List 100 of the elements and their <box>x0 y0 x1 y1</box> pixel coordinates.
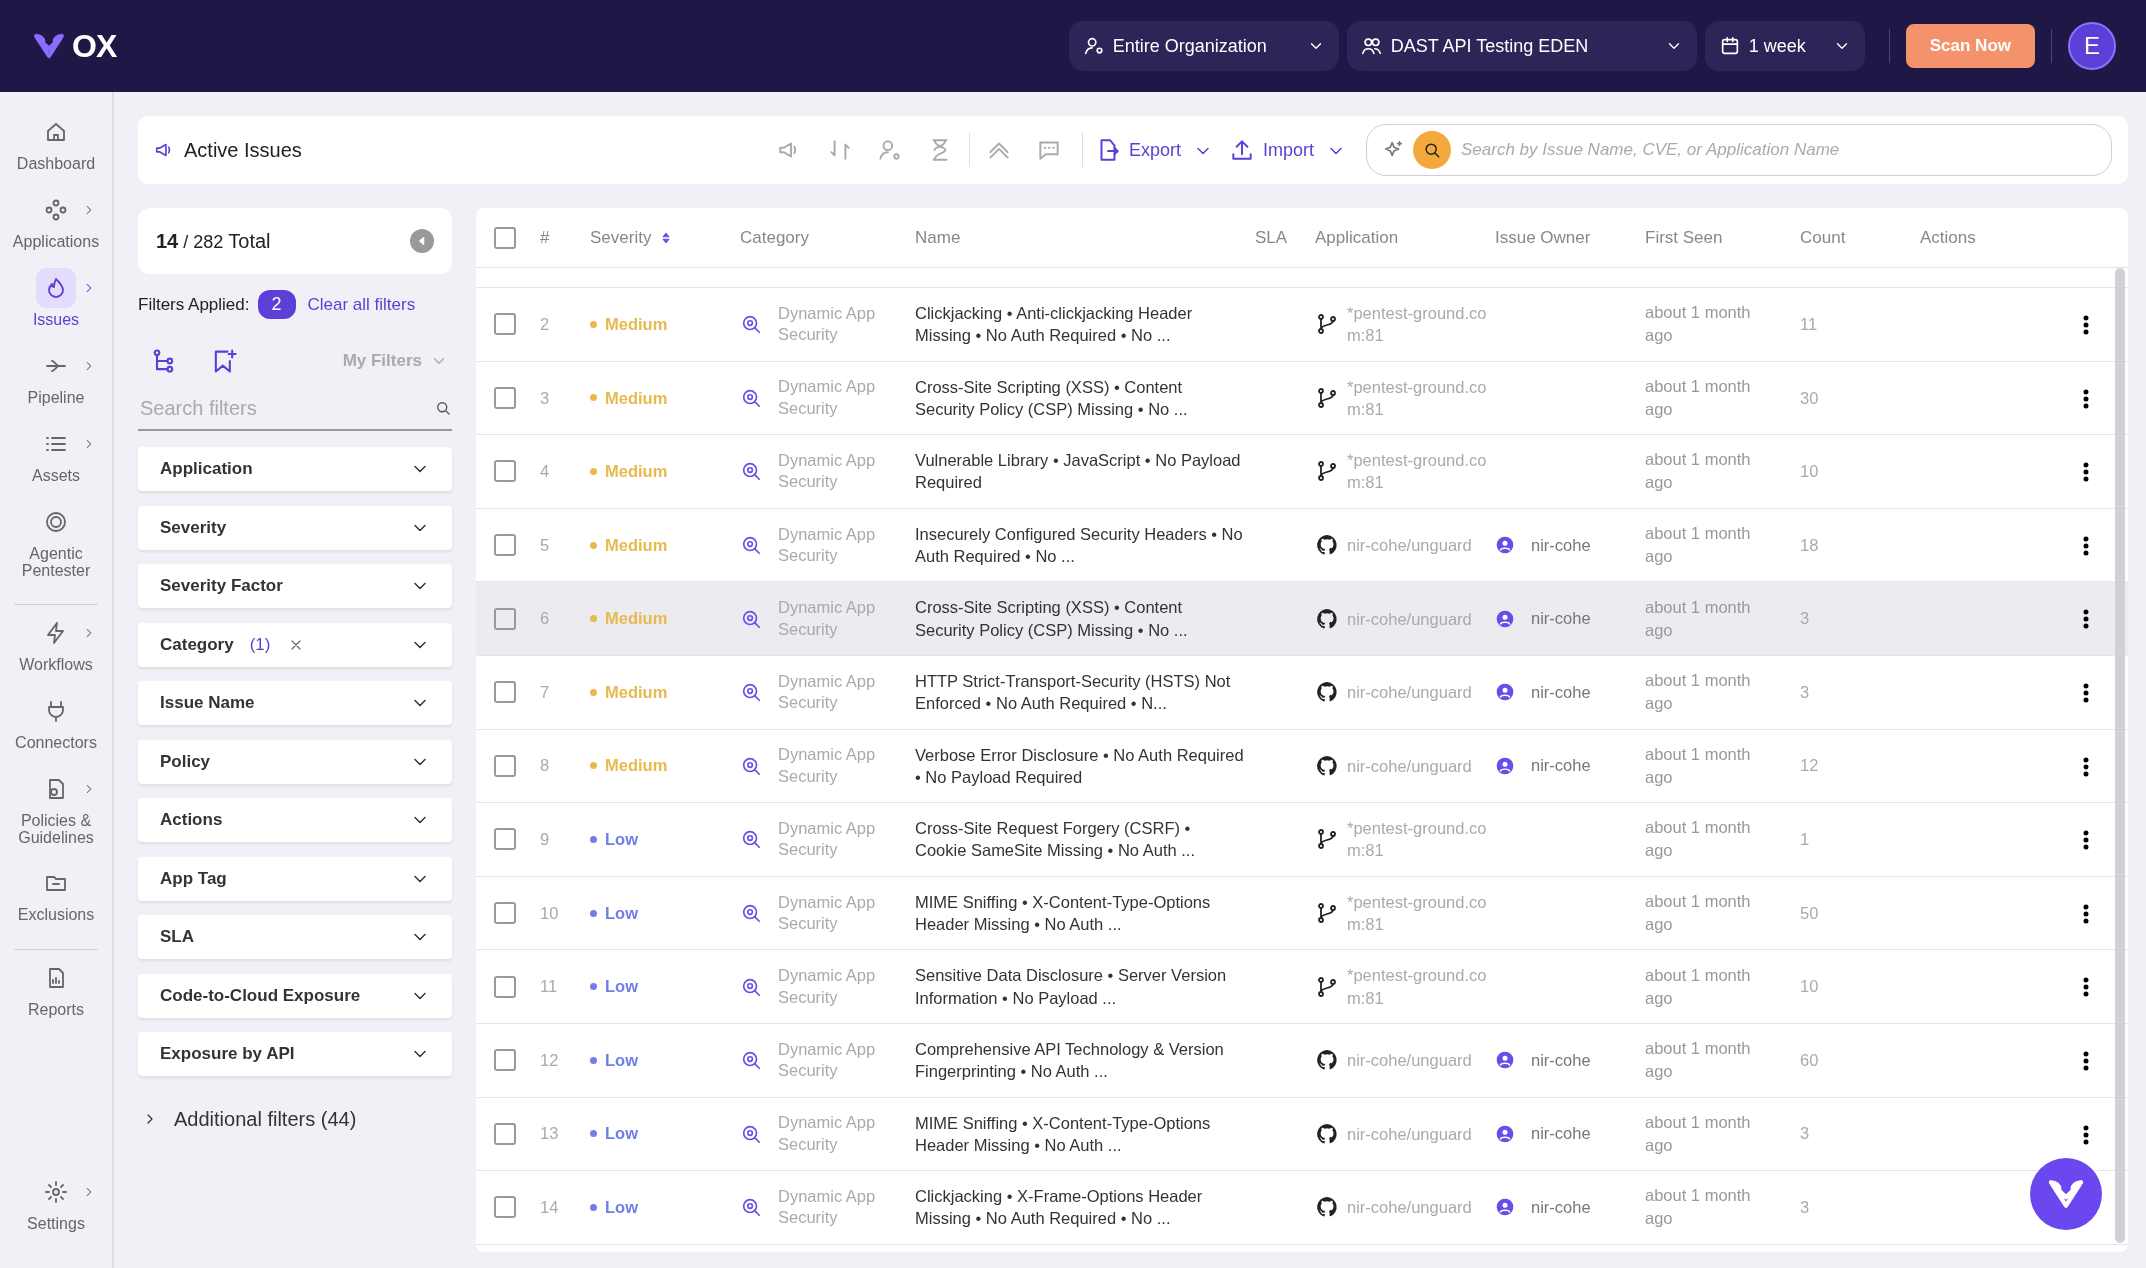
severity-label: Medium <box>605 755 668 777</box>
owner-name: nir-cohe <box>1531 1197 1591 1219</box>
sidebar-item[interactable]: Pipeline <box>0 346 112 424</box>
first-seen: about 1 month ago <box>1645 596 1752 641</box>
import-button[interactable]: Import <box>1225 132 1318 168</box>
row-number: 9 <box>540 830 550 849</box>
severity-label: Low <box>605 1049 638 1071</box>
issue-name[interactable]: Clickjacking • Anti-clickjacking Header Missing • No Auth Required • No ... <box>915 302 1255 347</box>
first-seen: about 1 month ago <box>1645 1111 1752 1156</box>
column-header: SLA <box>1255 226 1288 249</box>
row-number: 14 <box>540 1198 559 1217</box>
filter-dropdown[interactable]: SLA <box>138 915 452 959</box>
issue-name[interactable]: Sensitive Data Disclosure • Server Version Information • No Payload ... <box>915 964 1255 1009</box>
filter-dropdown[interactable]: Application <box>138 447 452 491</box>
issue-name[interactable]: Vulnerable Library • JavaScript • No Payload Required <box>915 449 1255 494</box>
count: 3 <box>1800 1124 1810 1143</box>
count: 50 <box>1800 903 1819 922</box>
row-number: 13 <box>540 1124 559 1143</box>
sidebar-item[interactable]: Dashboard <box>0 112 112 190</box>
row-number: 8 <box>540 756 550 775</box>
count: 3 <box>1800 1198 1810 1217</box>
issue-name[interactable]: Cross-Site Scripting (XSS) • Content Security Policy (CSP) Missing • No ... <box>915 375 1255 421</box>
first-seen: about 1 month ago <box>1645 670 1752 715</box>
issue-name[interactable]: Insecurely Configured Security Headers • No Auth Required • No ... <box>915 522 1255 568</box>
search-bar[interactable]: Search by Issue Name, CVE, or Application Name <box>1366 124 2112 176</box>
issue-name[interactable]: Comprehensive API Technology & Version Fingerprinting • No Auth ... <box>915 1037 1255 1083</box>
clear-filters-link[interactable]: Clear all filters <box>307 291 416 318</box>
sidebar-item[interactable]: Reports <box>0 958 112 1036</box>
additional-filters-toggle[interactable]: Additional filters (44) <box>138 1100 361 1138</box>
table-row[interactable]: 6 Medium Dynamic App Security Cross-Site Scripting (XSS) • Content Security Policy (CSP) Missing • No ... nir-cohe/unguard nir-cohe about 1 month ago 3 <box>476 582 2128 656</box>
owner-name: nir-cohe <box>1531 681 1591 703</box>
filter-dropdown[interactable]: Severity Factor <box>138 564 452 608</box>
filter-dropdown[interactable]: Policy <box>138 739 452 784</box>
logo-text[interactable]: OX <box>72 22 117 70</box>
issue-name[interactable]: Cross-Site Scripting (XSS) • Content Security Policy (CSP) Missing • No ... <box>915 596 1255 641</box>
total-count: 14 / 282 Total <box>156 229 272 254</box>
count: 60 <box>1800 1050 1819 1069</box>
count: 10 <box>1800 977 1819 996</box>
sidebar-item[interactable]: Applications <box>0 190 112 268</box>
sidebar-item[interactable]: Exclusions <box>0 863 112 941</box>
category-text: Dynamic App Security <box>778 965 877 1008</box>
filter-dropdown[interactable]: Category (1) <box>138 622 452 667</box>
severity-label: Low <box>605 1197 638 1219</box>
count: 10 <box>1800 462 1819 481</box>
filter-dropdown[interactable]: Severity <box>138 505 452 550</box>
issue-name[interactable]: Cross-Site Request Forgery (CSRF) • Cookie SameSite Missing • No Auth ... <box>915 817 1255 862</box>
row-number: 10 <box>540 903 559 922</box>
severity-label: Medium <box>605 681 668 703</box>
avatar[interactable]: E <box>2068 22 2116 70</box>
owner-name: nir-cohe <box>1531 1049 1591 1071</box>
issue-name[interactable]: HTTP Strict-Transport-Security (HSTS) Not Enforced • No Auth Required • N... <box>915 670 1255 715</box>
first-seen: about 1 month ago <box>1645 1185 1752 1230</box>
scope-dropdown[interactable]: Entire Organization <box>1068 21 1339 71</box>
owner-name: nir-cohe <box>1531 534 1591 556</box>
first-seen: about 1 month ago <box>1645 1038 1752 1083</box>
issue-name[interactable]: Verbose Error Disclosure • No Auth Required • No Payload Required <box>915 743 1255 789</box>
filter-dropdown[interactable]: App Tag <box>138 856 452 901</box>
sidebar-item[interactable]: Workflows <box>0 613 112 691</box>
column-header: Name <box>915 226 961 249</box>
issue-name[interactable]: MIME Sniffing • X-Content-Type-Options Header Missing • No Auth ... <box>915 1111 1255 1157</box>
category-text: Dynamic App Security <box>778 376 877 419</box>
category-text: Dynamic App Security <box>778 818 877 861</box>
filter-dropdown[interactable]: Exposure by API <box>138 1032 452 1076</box>
category-text: Dynamic App Security <box>778 670 877 714</box>
sidebar-item[interactable]: Policies & Guidelines <box>0 769 112 863</box>
issue-name[interactable]: MIME Sniffing • X-Content-Type-Options Header Missing • No Auth ... <box>915 890 1255 936</box>
row-number: 6 <box>540 609 550 628</box>
sidebar-item[interactable]: Settings <box>0 1172 112 1268</box>
search-field[interactable]: Search by Issue Name, CVE, or Application Name <box>1459 136 2095 164</box>
row-number: 11 <box>540 977 558 996</box>
owner-name: nir-cohe <box>1531 608 1591 630</box>
first-seen: about 1 month ago <box>1645 302 1752 347</box>
category-text: Dynamic App Security <box>778 302 877 346</box>
issue-name[interactable]: Clickjacking • X-Frame-Options Header Missing • No Auth Required • No ... <box>915 1185 1255 1230</box>
count: 3 <box>1800 609 1810 628</box>
category-text: Dynamic App Security <box>778 744 877 787</box>
filter-dropdown[interactable]: Issue Name <box>138 681 452 725</box>
severity-label: Medium <box>605 608 668 630</box>
sidebar-item[interactable]: Assets <box>0 424 112 502</box>
owner-name: nir-cohe <box>1531 755 1591 777</box>
count: 3 <box>1800 682 1810 701</box>
column-header: # <box>540 227 550 247</box>
count: 18 <box>1800 535 1819 554</box>
scope-dropdown[interactable]: 1 week <box>1704 21 1865 71</box>
export-button[interactable]: Export <box>1090 132 1185 168</box>
filter-dropdown[interactable]: Actions <box>138 798 452 842</box>
sidebar-item[interactable]: Connectors <box>0 691 112 769</box>
first-seen: about 1 month ago <box>1645 743 1752 788</box>
scope-dropdown[interactable]: DAST API Testing EDEN <box>1346 21 1697 71</box>
sidebar-item[interactable]: Agentic Pentester <box>0 502 112 596</box>
column-header[interactable]: Severity <box>590 224 652 251</box>
filter-search-field[interactable]: Search filters <box>138 387 434 429</box>
filter-dropdown[interactable]: Code-to-Cloud Exposure <box>138 973 452 1018</box>
category-text: Dynamic App Security <box>778 891 877 935</box>
applied-count: 2 <box>257 290 296 319</box>
column-header: Count <box>1800 226 1846 249</box>
count: 30 <box>1800 388 1819 407</box>
row-number: 12 <box>540 1050 559 1069</box>
row-number: 2 <box>540 314 550 333</box>
sidebar-item[interactable]: Issues <box>0 268 112 346</box>
